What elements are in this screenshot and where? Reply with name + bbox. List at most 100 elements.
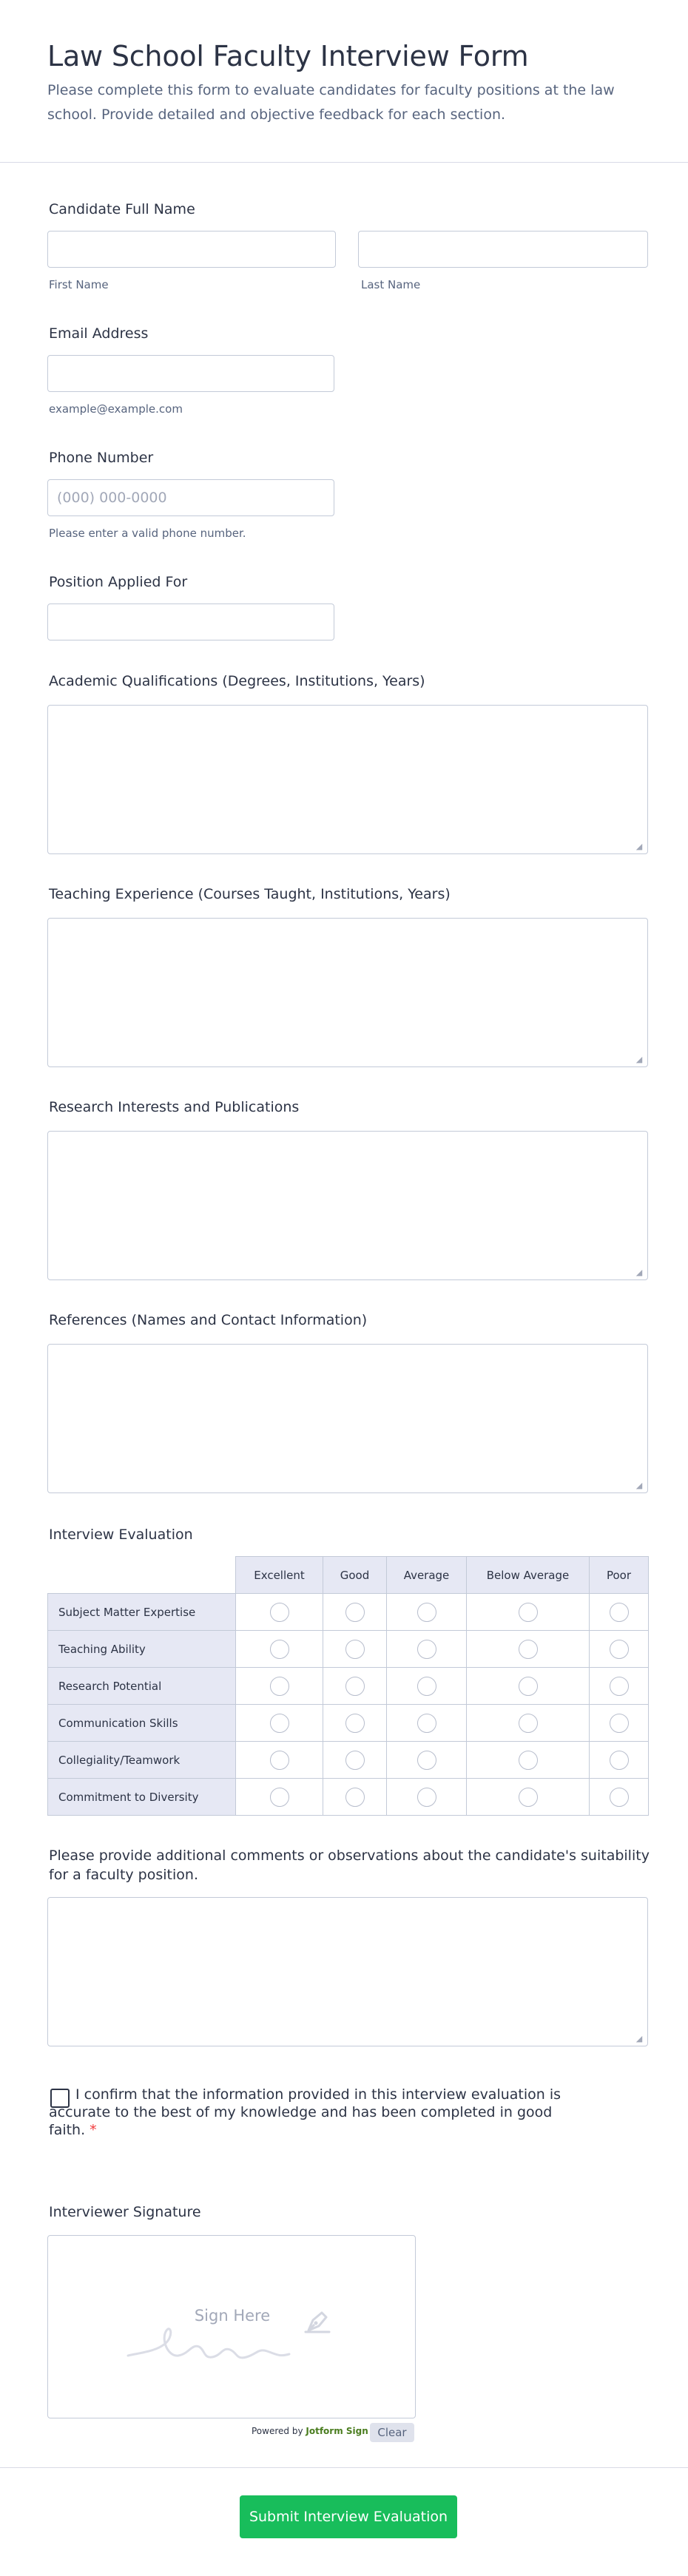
rating-radio[interactable] (518, 1787, 538, 1807)
position-input[interactable] (47, 604, 334, 640)
page-subtitle: Please complete this form to evaluate ca… (47, 82, 615, 123)
rating-radio[interactable] (416, 1676, 436, 1696)
phone-label: Phone Number (49, 450, 154, 466)
rating-radio[interactable] (269, 1602, 289, 1622)
matrix-cell (386, 1667, 467, 1705)
signature-scribble-icon (127, 2327, 291, 2359)
matrix-row: Collegiality/Teamwork (47, 1741, 649, 1779)
powered-brand: Jotform Sign (306, 2426, 368, 2436)
matrix-row-label: Subject Matter Expertise (47, 1593, 236, 1631)
candidate-name-label: Candidate Full Name (49, 201, 195, 217)
confirm-text: I confirm that the information provided … (49, 2086, 561, 2138)
rating-radio[interactable] (609, 1713, 629, 1733)
comments-textarea[interactable] (47, 1897, 648, 2046)
references-label: References (Names and Contact Informatio… (49, 1312, 368, 1328)
matrix-cell (386, 1704, 467, 1742)
rating-radio[interactable] (518, 1639, 538, 1659)
rating-radio[interactable] (609, 1602, 629, 1622)
matrix-col-poor: Poor (589, 1556, 649, 1594)
first-name-sublabel: First Name (49, 278, 109, 291)
matrix-cell (589, 1704, 649, 1742)
required-mark: * (90, 2122, 97, 2138)
first-name-input[interactable] (47, 231, 336, 268)
matrix-row-label: Communication Skills (47, 1704, 236, 1742)
matrix-cell (323, 1630, 387, 1668)
phone-sublabel: Please enter a valid phone number. (49, 527, 246, 540)
matrix-row-label: Teaching Ability (47, 1630, 236, 1668)
teaching-label: Teaching Experience (Courses Taught, Ins… (49, 886, 451, 902)
teaching-textarea[interactable] (47, 918, 648, 1067)
rating-radio[interactable] (269, 1676, 289, 1696)
signature-pad[interactable]: Sign Here (47, 2235, 416, 2418)
matrix-cell (235, 1704, 323, 1742)
matrix-cell (589, 1778, 649, 1816)
position-label: Position Applied For (49, 574, 188, 590)
research-label: Research Interests and Publications (49, 1099, 300, 1115)
rating-radio[interactable] (269, 1787, 289, 1807)
rating-radio[interactable] (345, 1676, 365, 1696)
academic-label: Academic Qualifications (Degrees, Instit… (49, 673, 425, 689)
resize-grip-icon[interactable]: ◢ (635, 1055, 644, 1064)
matrix-cell (589, 1741, 649, 1779)
rating-radio[interactable] (416, 1602, 436, 1622)
rating-radio[interactable] (416, 1639, 436, 1659)
email-sublabel: example@example.com (49, 402, 183, 416)
powered-by: Powered by Jotform Sign (252, 2426, 368, 2436)
rating-radio[interactable] (609, 1750, 629, 1770)
rating-radio[interactable] (269, 1713, 289, 1733)
rating-radio[interactable] (269, 1639, 289, 1659)
matrix-cell (235, 1593, 323, 1631)
matrix-row: Subject Matter Expertise (47, 1593, 649, 1631)
rating-radio[interactable] (345, 1602, 365, 1622)
matrix-col-below-average: Below Average (466, 1556, 590, 1594)
matrix-row-label: Commitment to Diversity (47, 1778, 236, 1816)
rating-radio[interactable] (416, 1787, 436, 1807)
matrix-header-row: Excellent Good Average Below Average Poo… (47, 1556, 649, 1594)
last-name-input[interactable] (358, 231, 648, 268)
evaluation-label: Interview Evaluation (49, 1527, 193, 1543)
clear-signature-button[interactable]: Clear (370, 2423, 414, 2442)
matrix-cell (466, 1630, 590, 1668)
rating-radio[interactable] (609, 1676, 629, 1696)
matrix-cell (235, 1667, 323, 1705)
matrix-cell (386, 1593, 467, 1631)
rating-radio[interactable] (518, 1750, 538, 1770)
rating-radio[interactable] (518, 1676, 538, 1696)
matrix-cell (466, 1593, 590, 1631)
matrix-cell (386, 1741, 467, 1779)
resize-grip-icon[interactable]: ◢ (635, 1268, 644, 1277)
resize-grip-icon[interactable]: ◢ (635, 2035, 644, 2043)
rating-radio[interactable] (518, 1713, 538, 1733)
rating-radio[interactable] (345, 1639, 365, 1659)
matrix-cell (235, 1741, 323, 1779)
signature-label: Interviewer Signature (49, 2204, 201, 2220)
last-name-sublabel: Last Name (361, 278, 421, 291)
email-input[interactable] (47, 355, 334, 392)
matrix-cell (386, 1778, 467, 1816)
resize-grip-icon[interactable]: ◢ (635, 842, 644, 851)
matrix-cell (323, 1704, 387, 1742)
resize-grip-icon[interactable]: ◢ (635, 1481, 644, 1490)
rating-radio[interactable] (609, 1639, 629, 1659)
sign-here-hint: Sign Here (194, 2307, 271, 2325)
matrix-row: Commitment to Diversity (47, 1778, 649, 1816)
rating-radio[interactable] (345, 1750, 365, 1770)
rating-radio[interactable] (416, 1713, 436, 1733)
rating-radio[interactable] (609, 1787, 629, 1807)
matrix-corner (47, 1556, 236, 1594)
pen-nib-icon (304, 2311, 331, 2333)
submit-button[interactable]: Submit Interview Evaluation (240, 2495, 457, 2538)
matrix-cell (235, 1630, 323, 1668)
matrix-row: Teaching Ability (47, 1630, 649, 1668)
email-label: Email Address (49, 325, 149, 342)
rating-radio[interactable] (518, 1602, 538, 1622)
rating-radio[interactable] (269, 1750, 289, 1770)
powered-prefix: Powered by (252, 2426, 303, 2436)
phone-input[interactable] (47, 479, 334, 516)
rating-radio[interactable] (345, 1787, 365, 1807)
references-textarea[interactable] (47, 1344, 648, 1493)
academic-textarea[interactable] (47, 705, 648, 854)
rating-radio[interactable] (345, 1713, 365, 1733)
rating-radio[interactable] (416, 1750, 436, 1770)
research-textarea[interactable] (47, 1131, 648, 1280)
